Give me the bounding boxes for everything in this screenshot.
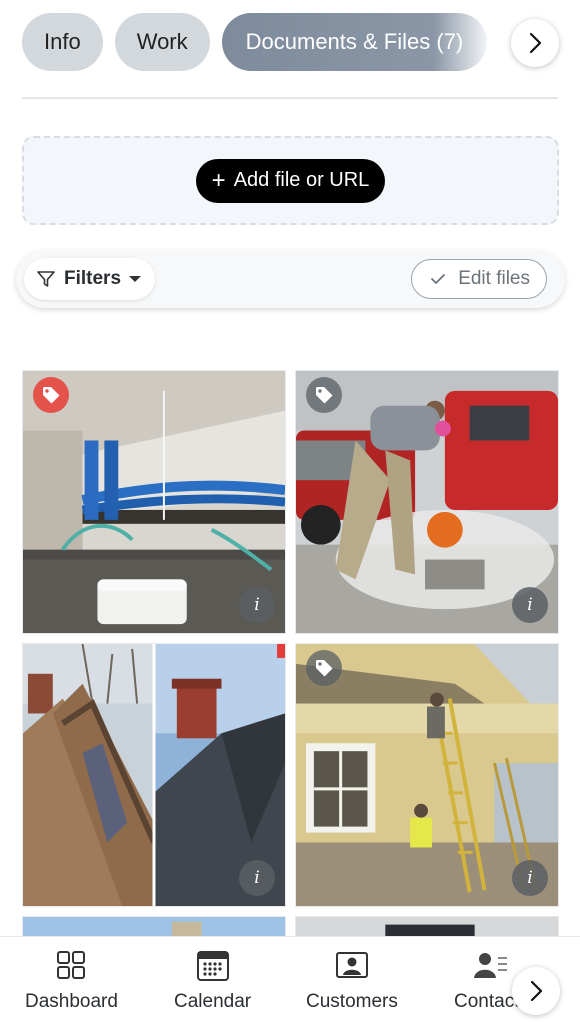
tabs-scroll-next-button[interactable]	[511, 19, 559, 67]
tab-work[interactable]: Work	[114, 13, 210, 71]
chevron-right-icon	[529, 32, 542, 54]
filter-bar: Filters Edit files	[16, 250, 565, 308]
tabs-divider	[22, 97, 558, 99]
file-thumbnail[interactable]: i	[22, 643, 286, 907]
info-button[interactable]: i	[239, 860, 275, 896]
check-icon	[431, 274, 446, 284]
tag-icon	[316, 387, 333, 404]
contacts-icon	[473, 947, 509, 983]
nav-dashboard[interactable]: Dashboard	[25, 947, 118, 1013]
nav-customers[interactable]: Customers	[306, 947, 398, 1013]
info-label: i	[527, 595, 533, 615]
tab-bar: Info Work Documents & Files (7)	[22, 13, 580, 71]
nav-label: Customers	[306, 991, 398, 1012]
edit-files-button[interactable]: Edit files	[411, 259, 547, 299]
file-thumbnail[interactable]: i	[295, 370, 559, 634]
info-label: i	[527, 868, 533, 888]
tag-icon	[316, 660, 333, 677]
file-gallery: i i i i	[22, 370, 559, 956]
filters-button[interactable]: Filters	[24, 258, 156, 300]
info-label: i	[254, 868, 260, 888]
tag-badge[interactable]	[306, 377, 342, 413]
edit-files-label: Edit files	[458, 268, 530, 289]
chevron-right-icon	[530, 980, 543, 1002]
plus-icon: +	[211, 166, 226, 194]
nav-label: Dashboard	[25, 991, 118, 1012]
info-label: i	[254, 595, 260, 615]
tab-info[interactable]: Info	[22, 13, 103, 71]
filter-icon	[37, 271, 55, 287]
tab-label: Documents & Files (7)	[245, 29, 464, 54]
caret-down-icon	[129, 276, 142, 282]
info-button[interactable]: i	[239, 587, 275, 623]
tab-label: Work	[136, 29, 188, 54]
nav-calendar[interactable]: Calendar	[174, 947, 251, 1013]
add-file-label: Add file or URL	[233, 169, 370, 191]
customer-card-icon	[334, 947, 370, 983]
tag-badge[interactable]	[33, 377, 69, 413]
upload-dropzone[interactable]: + Add file or URL	[22, 136, 559, 225]
tab-documents-files[interactable]: Documents & Files (7)	[221, 13, 488, 71]
bottom-navigation: Dashboard Calendar Customers Contacts	[0, 936, 580, 1024]
add-file-button[interactable]: + Add file or URL	[195, 158, 386, 203]
info-button[interactable]: i	[512, 860, 548, 896]
grid-icon	[53, 947, 89, 983]
tag-icon	[43, 387, 60, 404]
file-thumbnail[interactable]: i	[22, 370, 286, 634]
calendar-icon	[195, 947, 231, 983]
filters-label: Filters	[64, 268, 122, 289]
nav-label: Calendar	[174, 991, 252, 1012]
nav-scroll-next-button[interactable]	[512, 967, 560, 1015]
tab-label: Info	[44, 29, 81, 54]
info-button[interactable]: i	[512, 587, 548, 623]
file-thumbnail[interactable]: i	[295, 643, 559, 907]
tag-badge[interactable]	[306, 650, 342, 686]
